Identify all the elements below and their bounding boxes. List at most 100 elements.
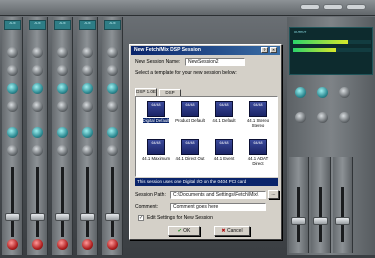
channel-lcd: AUX bbox=[54, 20, 71, 30]
knob[interactable] bbox=[57, 101, 68, 112]
tab-dsp-1[interactable]: DSP 1.0E bbox=[135, 88, 157, 96]
session-path-input[interactable]: C:\Documents and Settings\Fetch\Mix\ bbox=[170, 191, 266, 199]
edit-settings-checkbox[interactable]: ✓ bbox=[138, 215, 144, 221]
toolbar-button-1[interactable] bbox=[300, 4, 320, 10]
knob[interactable] bbox=[7, 65, 18, 76]
knob[interactable] bbox=[339, 87, 350, 98]
template-item[interactable]: 64/48 44.1 Direct Out bbox=[174, 138, 206, 175]
browse-button[interactable]: ... bbox=[268, 190, 279, 199]
tab-dsp[interactable]: DSP bbox=[159, 89, 181, 96]
knob[interactable] bbox=[57, 65, 68, 76]
knob[interactable] bbox=[7, 127, 18, 138]
fader-track bbox=[61, 167, 64, 237]
mute-button[interactable] bbox=[107, 239, 118, 250]
fader-handle[interactable] bbox=[291, 217, 306, 225]
knob[interactable] bbox=[57, 83, 68, 94]
fader-track bbox=[111, 167, 114, 237]
mute-button[interactable] bbox=[7, 239, 18, 250]
template-item[interactable]: 64/48 44.1 ADAT Direct bbox=[242, 138, 274, 175]
fader-handle[interactable] bbox=[335, 217, 350, 225]
knob[interactable] bbox=[107, 127, 118, 138]
knob[interactable] bbox=[82, 101, 93, 112]
knob[interactable] bbox=[107, 47, 118, 58]
knob[interactable] bbox=[57, 47, 68, 58]
template-icon: 64/48 bbox=[249, 139, 267, 155]
knob[interactable] bbox=[32, 127, 43, 138]
knob[interactable] bbox=[7, 47, 18, 58]
cancel-icon: ✖ bbox=[221, 228, 226, 234]
knob[interactable] bbox=[32, 83, 43, 94]
knob[interactable] bbox=[107, 65, 118, 76]
template-icon: 64/48 bbox=[181, 101, 199, 117]
knob[interactable] bbox=[82, 83, 93, 94]
template-item[interactable]: 64/48 44.1 Stereo Stereo bbox=[242, 100, 274, 137]
close-icon[interactable]: × bbox=[270, 47, 277, 53]
knob[interactable] bbox=[295, 112, 306, 123]
channel-strip: AUX bbox=[2, 17, 23, 255]
knob[interactable] bbox=[32, 65, 43, 76]
template-label: 44.1 Default bbox=[212, 118, 236, 123]
knob[interactable] bbox=[107, 101, 118, 112]
template-icon: 64/48 bbox=[215, 139, 233, 155]
template-item[interactable]: 64/48 44.1 Event bbox=[208, 138, 240, 175]
fader-handle[interactable] bbox=[313, 217, 328, 225]
master-strip bbox=[289, 157, 309, 253]
help-button[interactable]: ? bbox=[261, 47, 268, 53]
mute-button[interactable] bbox=[32, 239, 43, 250]
channel-lcd: AUX bbox=[29, 20, 46, 30]
knob[interactable] bbox=[7, 83, 18, 94]
channel-strip: AUX bbox=[27, 17, 48, 255]
fader-handle[interactable] bbox=[80, 213, 95, 221]
knob[interactable] bbox=[317, 112, 328, 123]
knob[interactable] bbox=[57, 145, 68, 156]
cancel-label: Cancel bbox=[227, 228, 243, 234]
knob[interactable] bbox=[82, 145, 93, 156]
fader-track bbox=[11, 167, 14, 237]
template-item[interactable]: 64/48 44.1 Maximum bbox=[140, 138, 172, 175]
template-item[interactable]: 64/48 Digital Default bbox=[140, 100, 172, 137]
template-grid: 64/48 Digital Default 64/48 Product Defa… bbox=[135, 96, 278, 177]
template-item[interactable]: 64/48 44.1 Default bbox=[208, 100, 240, 137]
meter-bar-right bbox=[293, 48, 371, 52]
template-label: Product Default bbox=[175, 118, 205, 123]
toolbar-button-3[interactable] bbox=[346, 4, 366, 10]
knob[interactable] bbox=[57, 127, 68, 138]
cancel-button[interactable]: ✖ Cancel bbox=[214, 226, 250, 236]
edit-settings-label: Edit Settings for New Session bbox=[147, 215, 213, 221]
template-label: 44.1 Direct Out bbox=[175, 156, 205, 161]
knob[interactable] bbox=[32, 101, 43, 112]
mute-button[interactable] bbox=[57, 239, 68, 250]
fader-handle[interactable] bbox=[30, 213, 45, 221]
knob[interactable] bbox=[82, 47, 93, 58]
template-item[interactable]: 64/48 Product Default bbox=[174, 100, 206, 137]
knob[interactable] bbox=[82, 65, 93, 76]
ok-button[interactable]: ✔ OK bbox=[168, 226, 200, 236]
knob[interactable] bbox=[7, 145, 18, 156]
knob[interactable] bbox=[107, 145, 118, 156]
channel-lcd: AUX bbox=[4, 20, 21, 30]
dialog-titlebar[interactable]: New Fetch/Mix DSP Session ? × bbox=[131, 46, 280, 55]
fader-handle[interactable] bbox=[105, 213, 120, 221]
knob[interactable] bbox=[339, 112, 350, 123]
knob[interactable] bbox=[82, 127, 93, 138]
meter-title: OUTPUT bbox=[294, 30, 307, 34]
fader-handle[interactable] bbox=[5, 213, 20, 221]
knob[interactable] bbox=[32, 47, 43, 58]
template-label: Digital Default bbox=[142, 118, 170, 123]
knob[interactable] bbox=[32, 145, 43, 156]
knob[interactable] bbox=[7, 101, 18, 112]
comment-input[interactable]: Comment goes here bbox=[170, 203, 266, 211]
dialog-title: New Fetch/Mix DSP Session bbox=[134, 47, 201, 53]
session-path-label: Session Path: bbox=[135, 192, 166, 198]
session-name-input[interactable]: NewSession2 bbox=[185, 58, 245, 66]
check-icon: ✔ bbox=[177, 228, 182, 234]
knob[interactable] bbox=[107, 83, 118, 94]
mute-button[interactable] bbox=[82, 239, 93, 250]
template-label: 44.1 Stereo Stereo bbox=[246, 118, 270, 128]
knob[interactable] bbox=[295, 87, 306, 98]
fader-handle[interactable] bbox=[55, 213, 70, 221]
toolbar-button-2[interactable] bbox=[323, 4, 343, 10]
template-icon: 64/48 bbox=[147, 101, 165, 117]
knob[interactable] bbox=[317, 87, 328, 98]
template-icon: 64/48 bbox=[215, 101, 233, 117]
